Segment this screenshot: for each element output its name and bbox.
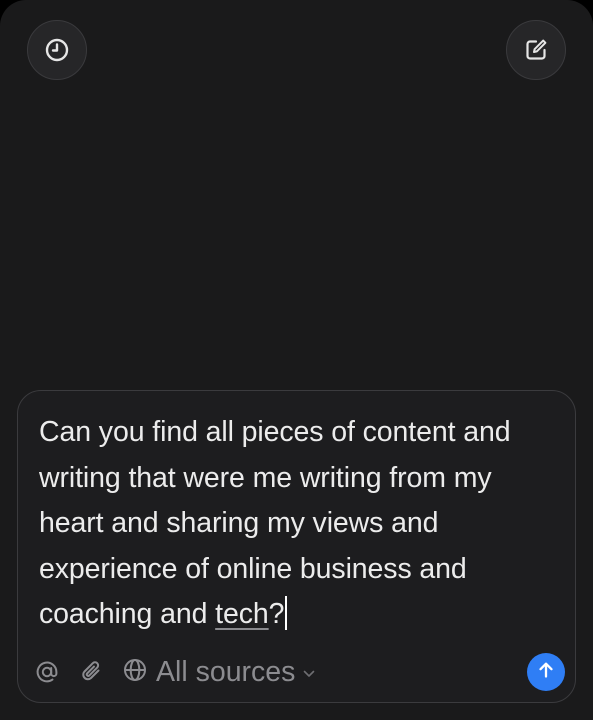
sources-selector[interactable]: All sources	[122, 652, 315, 692]
message-composer[interactable]: Can you find all pieces of content and w…	[17, 390, 576, 703]
spellcheck-word[interactable]: tech	[215, 598, 269, 630]
clock-icon	[44, 37, 70, 63]
paperclip-icon[interactable]	[78, 658, 106, 686]
at-icon[interactable]	[33, 658, 61, 686]
prompt-end: ?	[268, 598, 285, 630]
new-chat-button[interactable]	[506, 20, 566, 80]
send-button[interactable]	[527, 653, 565, 691]
app-screen: Can you find all pieces of content and w…	[0, 0, 593, 720]
chevron-down-icon	[303, 665, 315, 683]
globe-icon	[122, 657, 148, 688]
prompt-input[interactable]: Can you find all pieces of content and w…	[39, 410, 549, 638]
history-button[interactable]	[27, 20, 87, 80]
composer-toolbar: All sources	[18, 652, 575, 692]
text-caret	[285, 596, 288, 630]
sources-label: All sources	[156, 655, 296, 688]
compose-icon	[523, 37, 549, 63]
arrow-up-icon	[536, 660, 556, 685]
